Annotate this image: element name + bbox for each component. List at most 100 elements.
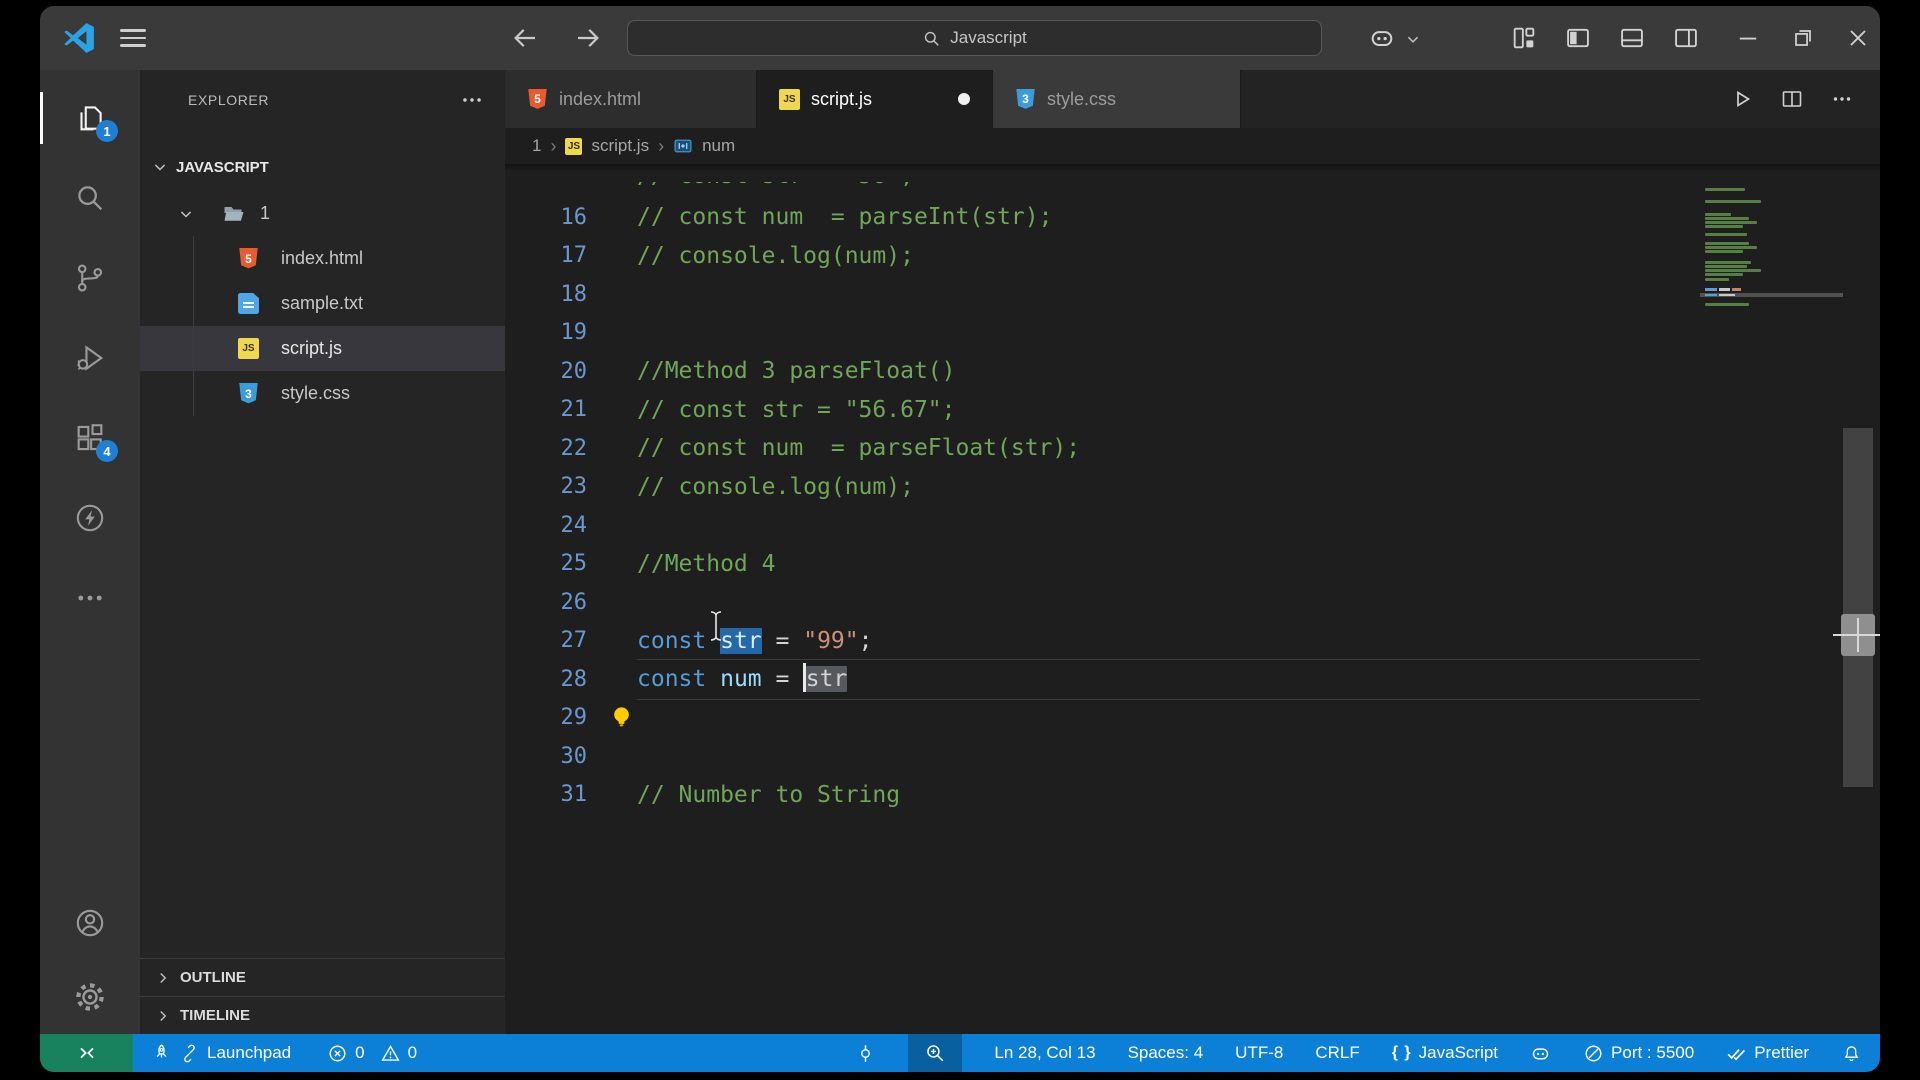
code-line-24[interactable]: 24 xyxy=(505,506,1880,545)
nav-forward-button[interactable] xyxy=(573,23,603,53)
line-number: 29 xyxy=(560,705,588,731)
activity-explorer-button[interactable]: 1 xyxy=(40,78,140,158)
minimap-line xyxy=(1705,213,1731,216)
code-line-30[interactable]: 30 xyxy=(505,737,1880,776)
explorer-sidebar: EXPLORER JAVASCRIPT 1 5 index.html sampl… xyxy=(140,70,505,1034)
timeline-section[interactable]: TIMELINE xyxy=(140,996,505,1034)
file-name: script.js xyxy=(281,338,343,358)
modified-dot[interactable] xyxy=(958,93,970,105)
toggle-panel-button[interactable] xyxy=(1618,24,1646,52)
file-row-style-css[interactable]: style.css xyxy=(140,371,505,416)
code-line-23[interactable]: 23 // console.log(num); xyxy=(505,468,1880,507)
chevron-down-icon[interactable] xyxy=(1402,28,1424,50)
workspace-section-header[interactable]: JAVASCRIPT xyxy=(150,149,505,185)
tab-index-html[interactable]: index.html xyxy=(505,70,757,128)
toggle-primary-sidebar-button[interactable] xyxy=(1564,24,1592,52)
close-button[interactable] xyxy=(1844,24,1872,52)
line-content: const str = "99"; xyxy=(637,627,873,654)
tab-style-css[interactable]: style.css xyxy=(993,70,1241,128)
copilot-status-item[interactable] xyxy=(1530,1043,1551,1064)
code-line-31[interactable]: 31 // Number to String xyxy=(505,776,1880,815)
account-button[interactable] xyxy=(40,886,140,960)
braces-icon: { } xyxy=(1391,1044,1412,1061)
activity-run-debug-button[interactable] xyxy=(40,318,140,398)
problems-item[interactable]: 0 0 xyxy=(327,1043,417,1064)
folder-row[interactable]: 1 xyxy=(140,191,505,236)
minimap[interactable] xyxy=(1700,164,1843,1034)
line-number: 27 xyxy=(560,628,588,654)
file-row-index-html[interactable]: index.html xyxy=(140,236,505,281)
minimap-line xyxy=(1705,246,1757,249)
copilot-icon[interactable] xyxy=(1368,24,1396,52)
code-line-29[interactable]: 29 xyxy=(505,699,1880,738)
restore-button[interactable] xyxy=(1789,24,1817,52)
vscode-window: Javascript 1 4 EXPLORER JAVASCRIPT 1 5 i… xyxy=(40,6,1880,1072)
code-line-21[interactable]: 21 // const str = "56.67"; xyxy=(505,391,1880,430)
activity-extensions-button[interactable]: 4 xyxy=(40,398,140,478)
code-line-17[interactable]: 17 // console.log(num); xyxy=(505,237,1880,276)
activity-more-button[interactable] xyxy=(40,558,140,638)
editor-actions xyxy=(1730,70,1880,128)
activity-thunder-button[interactable] xyxy=(40,478,140,558)
breadcrumb-symbol[interactable]: num xyxy=(702,136,735,156)
code-editor[interactable]: // const str = "56"; 16 // const num = pa… xyxy=(505,164,1880,1034)
line-content: // console.log(num); xyxy=(637,242,914,269)
chevron-right-icon xyxy=(160,1010,167,1021)
zoom-item[interactable] xyxy=(908,1034,963,1072)
screencast-item[interactable] xyxy=(855,1043,876,1064)
activity-search-button[interactable] xyxy=(40,158,140,238)
minimize-button[interactable] xyxy=(1734,24,1762,52)
formatter-item[interactable]: Prettier xyxy=(1726,1043,1809,1064)
editor-scrollbar[interactable] xyxy=(1843,428,1873,787)
remote-indicator[interactable] xyxy=(40,1034,133,1072)
cursor-position-item[interactable]: Ln 28, Col 13 xyxy=(994,1043,1095,1063)
more-actions-button[interactable] xyxy=(1830,87,1854,111)
minimap-line xyxy=(1705,188,1745,191)
code-line-22[interactable]: 22 // const num = parseFloat(str); xyxy=(505,429,1880,468)
code-line-19[interactable]: 19 xyxy=(505,314,1880,353)
code-line-20[interactable]: 20 //Method 3 parseFloat() xyxy=(505,352,1880,391)
split-editor-button[interactable] xyxy=(1780,87,1804,111)
line-content: // const num = parseFloat(str); xyxy=(637,435,1081,461)
menu-icon[interactable] xyxy=(120,26,146,50)
run-button[interactable] xyxy=(1730,87,1754,111)
remote-icon xyxy=(79,1047,94,1059)
encoding-item[interactable]: UTF-8 xyxy=(1235,1043,1283,1063)
toggle-secondary-sidebar-button[interactable] xyxy=(1672,24,1700,52)
main-area: 1 4 EXPLORER JAVASCRIPT 1 5 index.html s… xyxy=(40,70,1880,1034)
language-item[interactable]: { } JavaScript xyxy=(1392,1043,1498,1063)
activity-source-control-button[interactable] xyxy=(40,238,140,318)
lightbulb-icon[interactable] xyxy=(608,704,635,732)
explorer-title: EXPLORER xyxy=(188,92,270,108)
explorer-actions-button[interactable] xyxy=(459,87,485,113)
breadcrumb-file[interactable]: script.js xyxy=(591,136,649,156)
breadcrumb: 1 › script.js › num xyxy=(505,128,1880,164)
tab-script-js[interactable]: script.js xyxy=(757,70,993,128)
code-line-25[interactable]: 25 //Method 4 xyxy=(505,545,1880,584)
port-item[interactable]: Port : 5500 xyxy=(1583,1043,1694,1064)
folder-icon xyxy=(224,206,244,221)
file-row-script-js[interactable]: script.js xyxy=(140,326,505,371)
outline-section[interactable]: OUTLINE xyxy=(140,958,505,996)
indentation-item[interactable]: Spaces: 4 xyxy=(1128,1043,1204,1063)
minimap-line xyxy=(1705,217,1749,220)
code-line-28[interactable]: 28 const num = str xyxy=(505,659,1880,700)
html-icon xyxy=(528,88,547,109)
extensions-badge: 4 xyxy=(96,440,118,462)
code-line-16[interactable]: 16 // const num = parseInt(str); xyxy=(505,198,1880,237)
customize-layout-button[interactable] xyxy=(1510,24,1538,52)
file-tree: 1 index.html sample.txt script.js style.css xyxy=(140,191,505,416)
launchpad-item[interactable]: Launchpad xyxy=(151,1043,291,1064)
line-content: //Method 4 xyxy=(637,550,776,577)
notifications-item[interactable] xyxy=(1841,1043,1862,1064)
eol-item[interactable]: CRLF xyxy=(1315,1043,1359,1063)
settings-button[interactable] xyxy=(40,960,140,1034)
file-row-sample-txt[interactable]: sample.txt xyxy=(140,281,505,326)
minimap-token xyxy=(1719,293,1735,297)
nav-back-button[interactable] xyxy=(510,23,540,53)
code-line-18[interactable]: 18 xyxy=(505,275,1880,314)
breadcrumb-folder[interactable]: 1 xyxy=(532,136,541,156)
explorer-header: EXPLORER xyxy=(188,82,485,118)
command-center-search[interactable]: Javascript xyxy=(627,20,1322,56)
scrollbar-handle[interactable] xyxy=(1833,614,1880,656)
